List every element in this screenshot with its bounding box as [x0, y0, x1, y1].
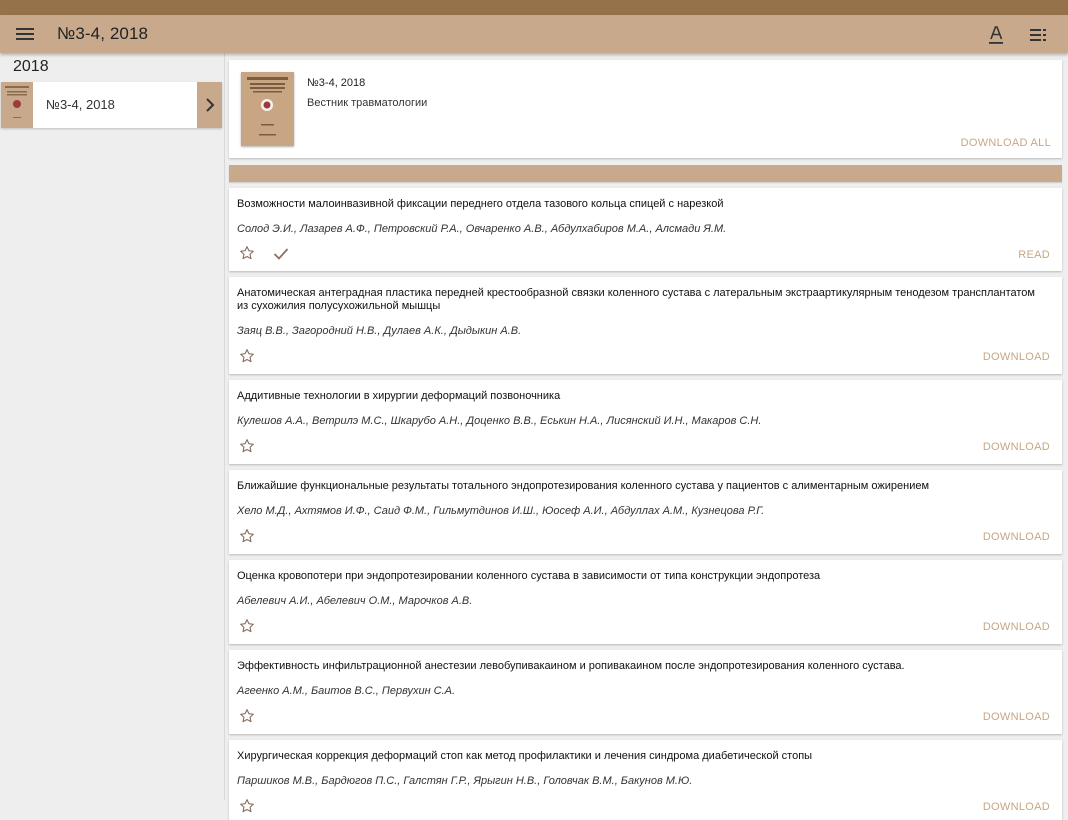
- article-title: Аддитивные технологии в хирургии деформа…: [237, 390, 561, 402]
- article-card[interactable]: Аддитивные технологии в хирургии деформа…: [229, 380, 1062, 464]
- article-title: Эффективность инфильтрационной анестезии…: [237, 660, 905, 672]
- issue-content: №3-4, 2018 Вестник травматологии DOWNLOA…: [228, 53, 1064, 820]
- year-header: 2018: [13, 58, 49, 75]
- article-card[interactable]: Хирургическая коррекция деформаций стоп …: [229, 740, 1062, 820]
- issue-header-card: №3-4, 2018 Вестник травматологии DOWNLOA…: [229, 60, 1062, 158]
- menu-icon[interactable]: [16, 26, 34, 42]
- star-icon[interactable]: [239, 618, 255, 634]
- article-card[interactable]: Оценка кровопотери при эндопротезировани…: [229, 560, 1062, 644]
- article-authors: Заяц В.В., Загородний Н.В., Дулаев А.К.,…: [237, 325, 522, 337]
- download-button[interactable]: DOWNLOAD: [983, 351, 1050, 363]
- sidebar-item-issue[interactable]: №3-4, 2018: [1, 82, 222, 128]
- chevron-right-icon[interactable]: [197, 82, 222, 128]
- page-title: №3-4, 2018: [57, 24, 149, 43]
- issue-cover-image: [241, 72, 294, 146]
- status-bar: [0, 0, 1068, 15]
- journal-name: Вестник травматологии: [307, 97, 428, 109]
- article-title: Возможности малоинвазивной фиксации пере…: [237, 198, 724, 210]
- list-icon[interactable]: [1030, 27, 1048, 43]
- article-card[interactable]: Ближайшие функциональные результаты тота…: [229, 470, 1062, 554]
- issues-sidebar: 2018 №3-4, 2018: [0, 53, 225, 800]
- article-authors: Агеенко А.М., Баитов В.С., Первухин С.А.: [237, 685, 456, 697]
- download-all-button[interactable]: DOWNLOAD ALL: [961, 137, 1051, 149]
- download-button[interactable]: DOWNLOAD: [983, 621, 1050, 633]
- download-button[interactable]: DOWNLOAD: [983, 711, 1050, 723]
- article-card[interactable]: Возможности малоинвазивной фиксации пере…: [229, 188, 1062, 271]
- article-authors: Абелевич А.И., Абелевич О.М., Марочков А…: [237, 595, 473, 607]
- issue-cover-thumbnail: [1, 82, 33, 128]
- article-title: Хирургическая коррекция деформаций стоп …: [237, 750, 813, 762]
- article-authors: Хело М.Д., Ахтямов И.Ф., Саид Ф.М., Гиль…: [237, 505, 765, 517]
- download-button[interactable]: DOWNLOAD: [983, 531, 1050, 543]
- download-button[interactable]: DOWNLOAD: [983, 441, 1050, 453]
- star-icon[interactable]: [239, 798, 255, 814]
- sidebar-item-label: №3-4, 2018: [46, 97, 115, 112]
- issue-title: №3-4, 2018: [307, 77, 366, 89]
- article-card[interactable]: Эффективность инфильтрационной анестезии…: [229, 650, 1062, 734]
- read-button[interactable]: READ: [1018, 249, 1050, 261]
- section-divider: [229, 165, 1062, 182]
- article-authors: Кулешов А.А., Ветрилэ М.С., Шкарубо А.Н.…: [237, 415, 762, 427]
- article-title: Анатомическая антеградная пластика перед…: [237, 287, 1035, 312]
- article-title: Оценка кровопотери при эндопротезировани…: [237, 570, 821, 582]
- article-authors: Солод Э.И., Лазарев А.Ф., Петровский Р.А…: [237, 223, 727, 235]
- article-authors: Паршиков М.В., Бардюгов П.С., Галстян Г.…: [237, 775, 693, 787]
- app-bar: №3-4, 2018: [0, 15, 1068, 53]
- star-icon[interactable]: [239, 245, 255, 261]
- download-button[interactable]: DOWNLOAD: [983, 801, 1050, 813]
- article-card[interactable]: Анатомическая антеградная пластика перед…: [229, 277, 1062, 374]
- checkmark-icon: [273, 247, 289, 261]
- text-format-icon[interactable]: [985, 24, 1007, 46]
- star-icon[interactable]: [239, 708, 255, 724]
- star-icon[interactable]: [239, 348, 255, 364]
- article-title: Ближайшие функциональные результаты тота…: [237, 480, 930, 492]
- star-icon[interactable]: [239, 438, 255, 454]
- star-icon[interactable]: [239, 528, 255, 544]
